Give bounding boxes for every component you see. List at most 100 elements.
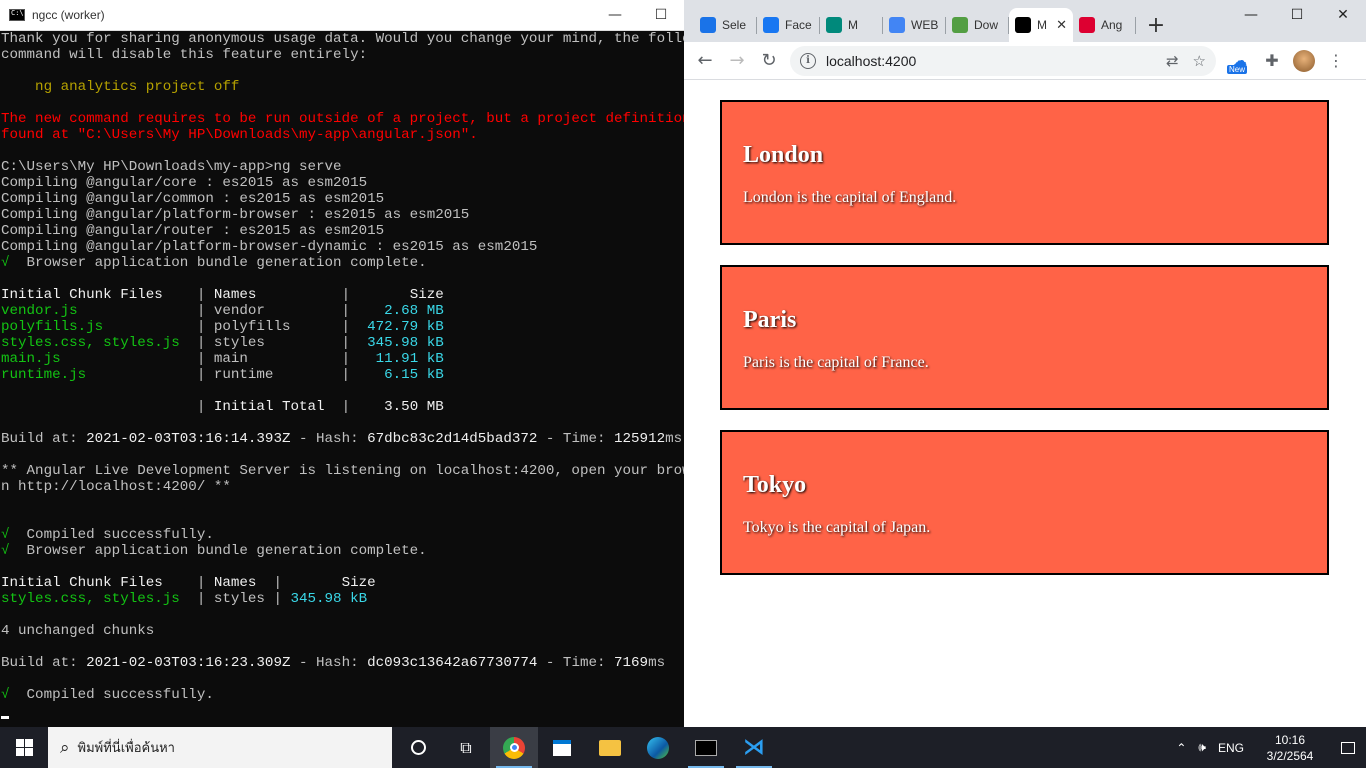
volume-icon[interactable]: 🕪 [1192,740,1212,755]
console-text: Thank you for sharing anonymous usage da… [1,31,684,47]
console-text: √ [1,687,10,703]
bookmark-star-icon[interactable]: ☆ [1193,52,1206,70]
console-text: C:\Users\My HP\Downloads\my-app>ng serve [1,159,342,175]
address-bar[interactable]: i localhost:4200 ⇄ ☆ [790,45,1216,76]
new-badge: New [1227,64,1248,74]
console-text: Compiling @angular/common : es2015 as es… [1,191,385,207]
edge-icon [647,736,669,759]
console-text: 6.15 kB [358,367,444,383]
search-placeholder[interactable]: พิมพ์ที่นี่เพื่อค้นหา [78,737,175,758]
task-view-button[interactable]: ⧉ [442,727,490,768]
browser-tab[interactable]: Sele [694,8,757,42]
cmd-taskbar-button[interactable] [682,727,730,768]
notification-center-button[interactable] [1330,727,1366,768]
start-button[interactable] [0,727,48,768]
chrome-taskbar-button[interactable] [490,727,538,768]
extension-new-icon[interactable]: ☁ New [1224,46,1256,76]
tab-label: Sele [722,18,747,32]
cortana-button[interactable] [394,727,442,768]
console-text: ng analytics project off [1,79,240,95]
console-text: | polyfills | [103,319,359,335]
translate-icon[interactable]: ⇄ [1166,52,1179,70]
console-text: | [324,399,359,415]
browser-tab[interactable]: M [820,8,883,42]
browser-maximize-button[interactable]: ☐ [1274,0,1320,30]
browser-tab[interactable]: Face [757,8,820,42]
extensions-puzzle-icon[interactable]: ✚ [1256,46,1288,76]
meet-icon [826,17,842,33]
console-titlebar[interactable]: ngcc (worker) — ☐ [0,0,684,31]
console-text: | vendor | [77,303,359,319]
minimize-button[interactable]: — [592,0,638,31]
docs-icon [889,17,905,33]
browser-window[interactable]: Sele Face M WEB Dow M ✕ Ang + — ☐ ✕ ← → ↻ i loc… [684,0,1366,727]
browser-tab[interactable]: Dow [946,8,1009,42]
maximize-button[interactable]: ☐ [638,0,684,31]
browser-tab[interactable]: Ang [1073,8,1136,42]
store-taskbar-button[interactable] [538,727,586,768]
new-tab-button[interactable]: + [1142,8,1170,42]
language-indicator[interactable]: ENG [1212,741,1250,755]
console-text: | main | [60,351,359,367]
tab-label: M [1037,18,1047,32]
notification-icon [1341,741,1355,754]
nodejs-icon [952,17,968,33]
page-viewport: London London is the capital of England.… [684,80,1366,727]
console-line: The new command requires to be run outsi… [1,111,684,127]
console-text: | [256,575,291,591]
console-text: 11.91 kB [358,351,444,367]
forward-button[interactable]: → [722,46,752,76]
console-line: found at "C:\Users\My HP\Downloads\my-ap… [1,127,684,143]
console-text: | styles | [179,335,359,351]
console-window[interactable]: ngcc (worker) — ☐ Thank you for sharing … [0,0,684,727]
console-line: Build at: 2021-02-03T03:16:23.309Z - Has… [1,655,684,671]
profile-avatar[interactable] [1288,46,1320,76]
city-card-london: London London is the capital of England. [720,100,1329,245]
clock-time: 10:16 [1274,732,1306,747]
vscode-icon: ⋊ [743,735,765,760]
back-button[interactable]: ← [690,46,720,76]
console-text: 2021-02-03T03:16:23.309Z [86,655,291,671]
browser-toolbar: ← → ↻ i localhost:4200 ⇄ ☆ ☁ New ✚ ⋮ [684,42,1366,80]
console-line: styles.css, styles.js | styles | 345.98 … [1,591,684,607]
menu-kebab-icon[interactable]: ⋮ [1320,46,1352,76]
console-text: 3.50 MB [358,399,444,415]
console-text: Compiling @angular/router : es2015 as es… [1,223,385,239]
console-line: main.js | main | 11.91 kB [1,351,684,367]
console-text: 2.68 MB [358,303,444,319]
console-text: vendor.js [1,303,78,319]
console-line: ng analytics project off [1,79,684,95]
taskbar-search[interactable]: ⌕ พิมพ์ที่นี่เพื่อค้นหา [48,727,392,768]
browser-minimize-button[interactable]: — [1228,0,1274,30]
edge-taskbar-button[interactable] [634,727,682,768]
console-line: command will disable this feature entire… [1,47,684,63]
tray-overflow-chevron-icon[interactable]: ⌃ [1170,741,1192,755]
explorer-taskbar-button[interactable] [586,727,634,768]
url-text[interactable]: localhost:4200 [826,53,1152,69]
tab-label: M [848,18,858,32]
clock[interactable]: 10:16 3/2/2564 [1250,732,1330,764]
browser-tab[interactable]: WEB [883,8,946,42]
city-card-tokyo: Tokyo Tokyo is the capital of Japan. [720,430,1329,575]
console-text: Compiled successfully. [9,687,214,703]
cortana-icon [410,740,426,755]
terminal-icon [695,739,717,756]
console-text: ** Angular Live Development Server is li… [1,463,684,479]
browser-close-button[interactable]: ✕ [1320,0,1366,30]
browser-tab[interactable]: M ✕ [1009,8,1073,42]
tab-close-icon[interactable]: ✕ [1056,17,1067,33]
console-text: Compiling @angular/platform-browser-dyna… [1,239,538,255]
console-line: Compiling @angular/platform-browser-dyna… [1,239,684,255]
city-name: Tokyo [743,472,807,498]
search-icon: ⌕ [60,737,70,758]
text-cursor [1,716,9,719]
reload-button[interactable]: ↻ [754,46,784,76]
console-text: dc093c13642a67730774 [367,655,538,671]
console-text: Browser application bundle generation co… [9,543,427,559]
info-icon[interactable]: i [800,52,816,69]
console-line: Compiling @angular/core : es2015 as esm2… [1,175,684,191]
vscode-taskbar-button[interactable]: ⋊ [730,727,778,768]
